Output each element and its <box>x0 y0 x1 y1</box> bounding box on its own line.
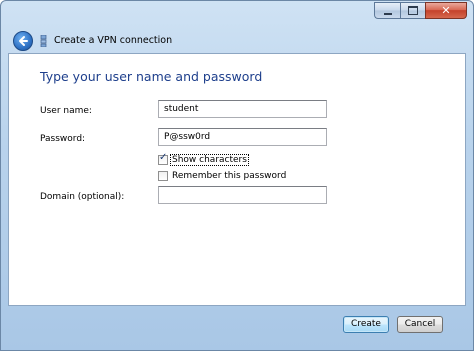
password-label: Password: <box>40 134 86 144</box>
button-bar: Create Cancel <box>1 306 473 350</box>
remember-password-label[interactable]: Remember this password <box>171 171 287 181</box>
dialog-title: Create a VPN connection <box>54 35 173 46</box>
back-arrow-icon <box>19 36 28 46</box>
page-heading: Type your user name and password <box>40 69 263 84</box>
username-input[interactable]: student <box>158 100 327 118</box>
maximize-button[interactable] <box>400 2 425 19</box>
vpn-network-icon <box>40 35 47 47</box>
wizard-content: Type your user name and password User na… <box>8 53 466 306</box>
cancel-button[interactable]: Cancel <box>397 316 443 333</box>
back-button[interactable] <box>13 31 33 51</box>
dialog-window: ✕ Create a VPN connection Type your user… <box>0 0 474 351</box>
maximize-icon <box>408 6 418 15</box>
domain-input[interactable] <box>158 186 327 204</box>
minimize-button[interactable] <box>374 2 400 19</box>
username-label: User name: <box>40 106 92 116</box>
checkmark-icon: ✓ <box>159 151 168 163</box>
remember-password-box[interactable] <box>158 170 168 181</box>
window-controls: ✕ <box>374 2 467 20</box>
domain-label: Domain (optional): <box>40 192 125 202</box>
close-button[interactable]: ✕ <box>425 2 467 19</box>
minimize-icon <box>383 12 392 15</box>
wizard-header: Create a VPN connection <box>9 25 465 53</box>
remember-password-checkbox[interactable]: Remember this password <box>158 169 287 182</box>
close-icon: ✕ <box>441 4 451 17</box>
show-characters-label[interactable]: Show characters <box>170 153 249 166</box>
show-characters-checkbox[interactable]: ✓ Show characters <box>158 151 249 166</box>
password-input[interactable]: P@ssw0rd <box>158 128 327 146</box>
create-button[interactable]: Create <box>343 316 389 333</box>
show-characters-box[interactable]: ✓ <box>158 151 168 165</box>
